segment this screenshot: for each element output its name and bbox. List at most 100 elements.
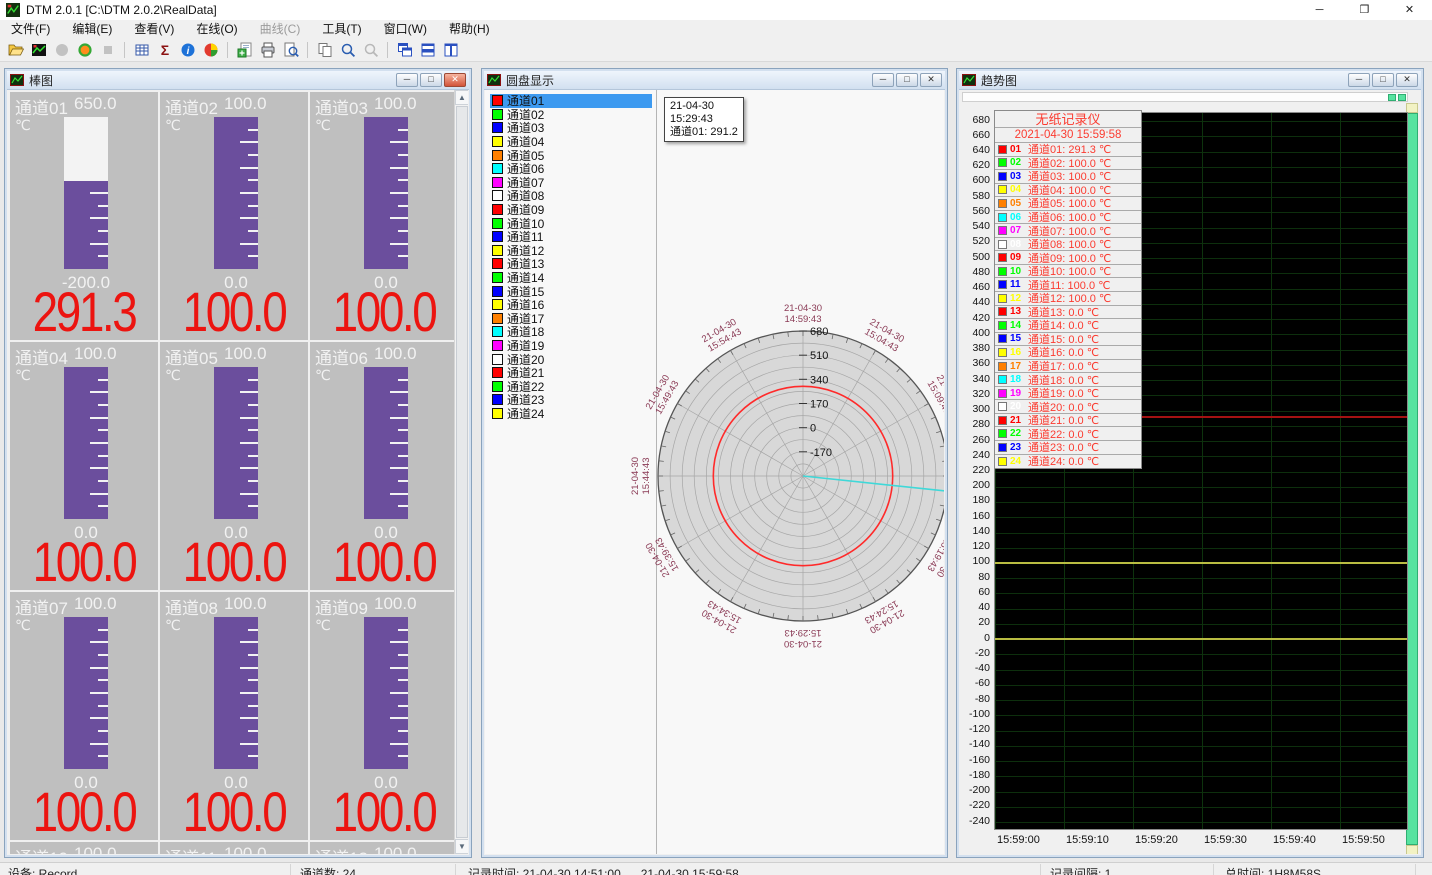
y-axis-label: 680 xyxy=(960,115,990,126)
grid-line-h xyxy=(995,746,1407,747)
channel-label: 通道05 xyxy=(165,344,222,369)
copy-icon[interactable] xyxy=(313,40,336,60)
scroll-up-icon[interactable]: ▲ xyxy=(455,90,468,105)
bar-scrollbar-thumb[interactable] xyxy=(456,106,468,838)
trend-hscrollbar[interactable] xyxy=(962,92,1408,102)
status-separator xyxy=(1213,864,1214,875)
disc-maximize-button[interactable]: □ xyxy=(896,73,918,87)
channel-color-swatch xyxy=(492,340,503,351)
legend-channel-number: 06 xyxy=(1010,212,1025,223)
menu-t[interactable]: 工具(T) xyxy=(311,20,372,39)
bar-tick xyxy=(240,717,258,719)
y-axis-label: 220 xyxy=(960,465,990,476)
menu-h[interactable]: 帮助(H) xyxy=(438,20,501,39)
trend-window-titlebar[interactable]: 趋势图 ─ □ ✕ xyxy=(959,71,1421,90)
bar-tick xyxy=(240,192,258,194)
y-axis-label: 200 xyxy=(960,480,990,491)
scale-max-value: 100.0 xyxy=(374,844,417,854)
bar-tick xyxy=(98,705,108,707)
bar-window-titlebar[interactable]: 棒图 ─ □ ✕ xyxy=(7,71,469,90)
cascade-windows-icon[interactable] xyxy=(393,40,416,60)
y-axis-label: 300 xyxy=(960,404,990,415)
grid-line-h xyxy=(995,670,1407,671)
data-grid-icon[interactable] xyxy=(130,40,153,60)
bar-tick xyxy=(248,230,258,232)
legend-channel-number: 07 xyxy=(1010,225,1025,236)
legend-color-swatch xyxy=(998,389,1007,398)
bar-tick xyxy=(98,429,108,431)
tooltip-time: 15:29:43 xyxy=(670,113,738,126)
channel-color-swatch xyxy=(492,394,503,405)
y-axis-label: 160 xyxy=(960,511,990,522)
bar-track xyxy=(64,117,108,269)
menu-e[interactable]: 编辑(E) xyxy=(61,20,123,39)
app-icon xyxy=(6,3,20,17)
y-axis-label: 20 xyxy=(960,617,990,628)
y-axis-label: -140 xyxy=(960,739,990,750)
bar-maximize-button[interactable]: □ xyxy=(420,73,442,87)
bar-tick xyxy=(390,743,408,745)
legend-channel-number: 02 xyxy=(1010,157,1025,168)
disc-close-button[interactable]: ✕ xyxy=(920,73,942,87)
menu-v[interactable]: 查看(V) xyxy=(123,20,185,39)
trend-maximize-button[interactable]: □ xyxy=(1372,73,1394,87)
y-axis-label: 180 xyxy=(960,495,990,506)
status-separator xyxy=(1415,864,1416,875)
window-title: DTM 2.0.1 [C:\DTM 2.0.2\RealData] xyxy=(26,3,217,17)
hscroll-button[interactable] xyxy=(1398,94,1406,101)
print-icon[interactable] xyxy=(256,40,279,60)
menu-o[interactable]: 在线(O) xyxy=(185,20,248,39)
scroll-down-icon[interactable]: ▼ xyxy=(455,839,468,854)
legend-color-swatch xyxy=(998,321,1007,330)
legend-color-swatch xyxy=(998,443,1007,452)
grid-line-v xyxy=(1271,113,1272,829)
trend-legend: 无纸记录仪 2021-04-30 15:59:58 01通道01: 291.3 … xyxy=(994,110,1142,469)
open-file-icon[interactable] xyxy=(4,40,27,60)
channel-color-swatch xyxy=(492,190,503,201)
status-field: 总时间: 1H8M58S xyxy=(1225,865,1321,875)
channel-list-item[interactable]: 通道24 xyxy=(490,407,652,421)
vscroll-down-button[interactable] xyxy=(1406,845,1418,854)
legend-channel-number: 11 xyxy=(1010,279,1025,290)
disc-window-titlebar[interactable]: 圆盘显示 ─ □ ✕ xyxy=(484,71,945,90)
legend-channel-number: 14 xyxy=(1010,320,1025,331)
tile-horizontal-icon[interactable] xyxy=(416,40,439,60)
bar-close-button[interactable]: ✕ xyxy=(444,73,466,87)
legend-color-swatch xyxy=(998,294,1007,303)
record-icon[interactable] xyxy=(73,40,96,60)
grid-line-h xyxy=(995,685,1407,686)
sigma-icon[interactable]: Σ xyxy=(153,40,176,60)
menu-c[interactable]: 曲线(C) xyxy=(249,20,312,39)
tile-vertical-icon[interactable] xyxy=(439,40,462,60)
bar-minimize-button[interactable]: ─ xyxy=(396,73,418,87)
bar-tick xyxy=(98,629,108,631)
bar-tick xyxy=(98,730,108,732)
print-preview-icon[interactable] xyxy=(279,40,302,60)
value-display: 100.0 xyxy=(173,529,294,590)
trend-minimize-button[interactable]: ─ xyxy=(1348,73,1370,87)
channel-color-swatch xyxy=(492,367,503,378)
bar-tick xyxy=(398,629,408,631)
hscroll-button[interactable] xyxy=(1388,94,1396,101)
legend-color-swatch xyxy=(998,362,1007,371)
menu-f[interactable]: 文件(F) xyxy=(0,20,61,39)
bar-scrollbar[interactable]: ▲ ▼ xyxy=(454,90,468,854)
close-button[interactable]: ✕ xyxy=(1387,0,1432,20)
legend-channel-number: 22 xyxy=(1010,428,1025,439)
bar-tick xyxy=(98,255,108,257)
trend-close-button[interactable]: ✕ xyxy=(1396,73,1418,87)
legend-color-swatch xyxy=(998,267,1007,276)
legend-channel-number: 03 xyxy=(1010,171,1025,182)
restore-button[interactable]: ❐ xyxy=(1342,0,1387,20)
bar-tick xyxy=(248,179,258,181)
minimize-button[interactable]: ─ xyxy=(1297,0,1342,20)
realtime-chart-icon[interactable] xyxy=(27,40,50,60)
info-icon[interactable]: i xyxy=(176,40,199,60)
export-icon[interactable] xyxy=(233,40,256,60)
unit-label: ℃ xyxy=(315,617,331,634)
legend-channel-number: 04 xyxy=(1010,184,1025,195)
disc-minimize-button[interactable]: ─ xyxy=(872,73,894,87)
pie-chart-icon[interactable] xyxy=(199,40,222,60)
zoom-icon[interactable] xyxy=(336,40,359,60)
menu-w[interactable]: 窗口(W) xyxy=(373,20,438,39)
